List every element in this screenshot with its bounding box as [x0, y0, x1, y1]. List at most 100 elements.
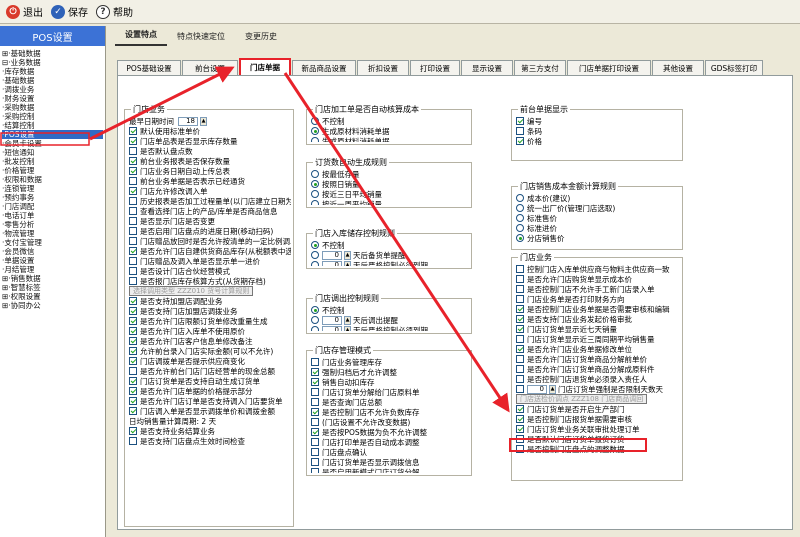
setting-row[interactable]: 默认使用标准单价: [129, 126, 291, 136]
radio-button[interactable]: [311, 251, 319, 259]
setting-row[interactable]: 门店订货单显示近三周同期平均销售量: [516, 334, 680, 344]
setting-row[interactable]: 门店盘点确认: [311, 447, 469, 457]
checkbox[interactable]: [516, 315, 524, 323]
spin-button[interactable]: ▲: [344, 260, 351, 266]
setting-row[interactable]: 是否控制门店不允许手工新门店录入单: [516, 284, 680, 294]
checkbox[interactable]: [129, 427, 137, 435]
tree-item[interactable]: ⊞·协同办公: [2, 301, 103, 310]
checkbox[interactable]: [311, 438, 319, 446]
checkbox[interactable]: [516, 265, 524, 273]
tree-item[interactable]: ·短信通知: [2, 148, 103, 157]
checkbox[interactable]: [516, 137, 524, 145]
tree-item[interactable]: ·价格管理: [2, 166, 103, 175]
radio-button[interactable]: [311, 127, 319, 135]
setting-row[interactable]: 门店业务管理库存: [311, 357, 469, 367]
setting-row[interactable]: 门店订货单显示近七天销量: [516, 324, 680, 334]
checkbox[interactable]: [516, 275, 524, 283]
number-field[interactable]: 0: [322, 260, 342, 266]
setting-row[interactable]: 0 ▲ 天后调出提醒: [311, 315, 469, 325]
top-tab[interactable]: 变更历史: [235, 28, 287, 46]
setting-row[interactable]: 是否允许门店客户信息单修改备注: [129, 336, 291, 346]
spin-button[interactable]: ▲: [344, 250, 351, 260]
tree-item[interactable]: ·采购数据: [2, 103, 103, 112]
setting-row[interactable]: 门店调入单是否显示调拨单价和调拨金额: [129, 406, 291, 416]
radio-button[interactable]: [311, 117, 319, 125]
setting-row[interactable]: (门店设置不允许改变数据): [311, 417, 469, 427]
radio-button[interactable]: [311, 170, 319, 178]
checkbox[interactable]: [129, 147, 137, 155]
tree-item[interactable]: ⊞·权限设置: [2, 292, 103, 301]
checkbox[interactable]: [311, 418, 319, 426]
number-field[interactable]: 0: [527, 384, 547, 394]
setting-row[interactable]: 不控制: [311, 240, 469, 250]
setting-row[interactable]: 按最低存量: [311, 169, 469, 179]
radio-button[interactable]: [516, 194, 524, 202]
checkbox[interactable]: [516, 127, 524, 135]
radio-button[interactable]: [311, 180, 319, 188]
tree-item[interactable]: ·库存数据: [2, 67, 103, 76]
radio-button[interactable]: [311, 261, 319, 266]
setting-row[interactable]: 按照日销量: [311, 179, 469, 189]
tree-item[interactable]: ·物流管理: [2, 229, 103, 238]
tree-item[interactable]: ·会员卡设置: [2, 139, 103, 148]
radio-button[interactable]: [311, 190, 319, 198]
checkbox[interactable]: [129, 337, 137, 345]
setting-row[interactable]: 是否支持业务结算业务: [129, 426, 291, 436]
checkbox[interactable]: [129, 227, 137, 235]
checkbox[interactable]: [311, 368, 319, 376]
checkbox[interactable]: [129, 247, 137, 255]
setting-row[interactable]: 门店业务单是否打印财务方向: [516, 294, 680, 304]
tree-item[interactable]: ·基础数据: [2, 76, 103, 85]
checkbox[interactable]: [129, 237, 137, 245]
checkbox[interactable]: [516, 117, 524, 125]
setting-row[interactable]: 历史报表是否加工过程量单(以门店建立日期为准): [129, 196, 291, 206]
checkbox[interactable]: [516, 385, 524, 393]
tree-item[interactable]: ·结算控制: [2, 121, 103, 130]
checkbox[interactable]: [129, 317, 137, 325]
sub-tab[interactable]: POS基础设置: [117, 60, 181, 75]
sub-tab[interactable]: 折扣设置: [357, 60, 409, 75]
setting-row[interactable]: 统一出厂价(管理门店选取): [516, 203, 680, 213]
checkbox[interactable]: [129, 367, 137, 375]
tree-item[interactable]: ⊟·业务数据: [2, 58, 103, 67]
setting-row[interactable]: 门店订货单是否开启生产部门: [516, 404, 680, 414]
checkbox[interactable]: [516, 295, 524, 303]
sub-tab[interactable]: 门店单据打印设置: [567, 60, 651, 75]
checkbox[interactable]: [516, 355, 524, 363]
setting-row[interactable]: 是否控制门店业务单据是否需要审核和编辑: [516, 304, 680, 314]
setting-row[interactable]: 控制门店入库单供应商与物料主供应商一致: [516, 264, 680, 274]
radio-button[interactable]: [516, 204, 524, 212]
checkbox[interactable]: [129, 357, 137, 365]
setting-row[interactable]: 是否允许门店入库单不使用原价: [129, 326, 291, 336]
checkbox[interactable]: [129, 157, 137, 165]
checkbox[interactable]: [129, 257, 137, 265]
option-button[interactable]: 门店送检价调点 ZZZ108 门店商品调回: [516, 394, 648, 404]
checkbox[interactable]: [129, 267, 137, 275]
checkbox[interactable]: [311, 428, 319, 436]
setting-row[interactable]: 门店送检价调点 ZZZ108 门店商品调回: [516, 394, 680, 404]
checkbox[interactable]: [129, 387, 137, 395]
setting-row[interactable]: 标准售价: [516, 213, 680, 223]
top-tab[interactable]: 特点快速定位: [167, 28, 235, 46]
setting-row[interactable]: 选择调用类型 ZZZ010 货号计算规则: [129, 286, 291, 296]
sub-tab[interactable]: GDS标签打印: [705, 60, 763, 75]
setting-row[interactable]: 0 ▲ 门店订货单强制是否限制天数天: [516, 384, 680, 394]
setting-row[interactable]: 是否允许门店单据的价格提示部分: [129, 386, 291, 396]
checkbox[interactable]: [516, 415, 524, 423]
checkbox[interactable]: [129, 407, 137, 415]
checkbox[interactable]: [516, 325, 524, 333]
setting-row[interactable]: 销售自动扣库存: [311, 377, 469, 387]
setting-row[interactable]: 前台业务报表是否保存数量: [129, 156, 291, 166]
tree-item[interactable]: ·权限和数据: [2, 175, 103, 184]
setting-row[interactable]: 门店订货单是否显示调拨信息: [311, 457, 469, 467]
radio-button[interactable]: [311, 137, 319, 142]
setting-row[interactable]: 按近一周平均销量: [311, 199, 469, 205]
tree-item[interactable]: ⊞·智慧标签: [2, 283, 103, 292]
tree-item[interactable]: ·POS设置: [2, 130, 103, 139]
setting-row[interactable]: 是否设计门店合伙经营模式: [129, 266, 291, 276]
tree-item[interactable]: ·连锁管理: [2, 184, 103, 193]
setting-row[interactable]: 是否查询门店总额: [311, 397, 469, 407]
setting-row[interactable]: 价格: [516, 136, 680, 146]
exit-button[interactable]: ⏻ 退出: [4, 2, 49, 22]
checkbox[interactable]: [311, 458, 319, 466]
